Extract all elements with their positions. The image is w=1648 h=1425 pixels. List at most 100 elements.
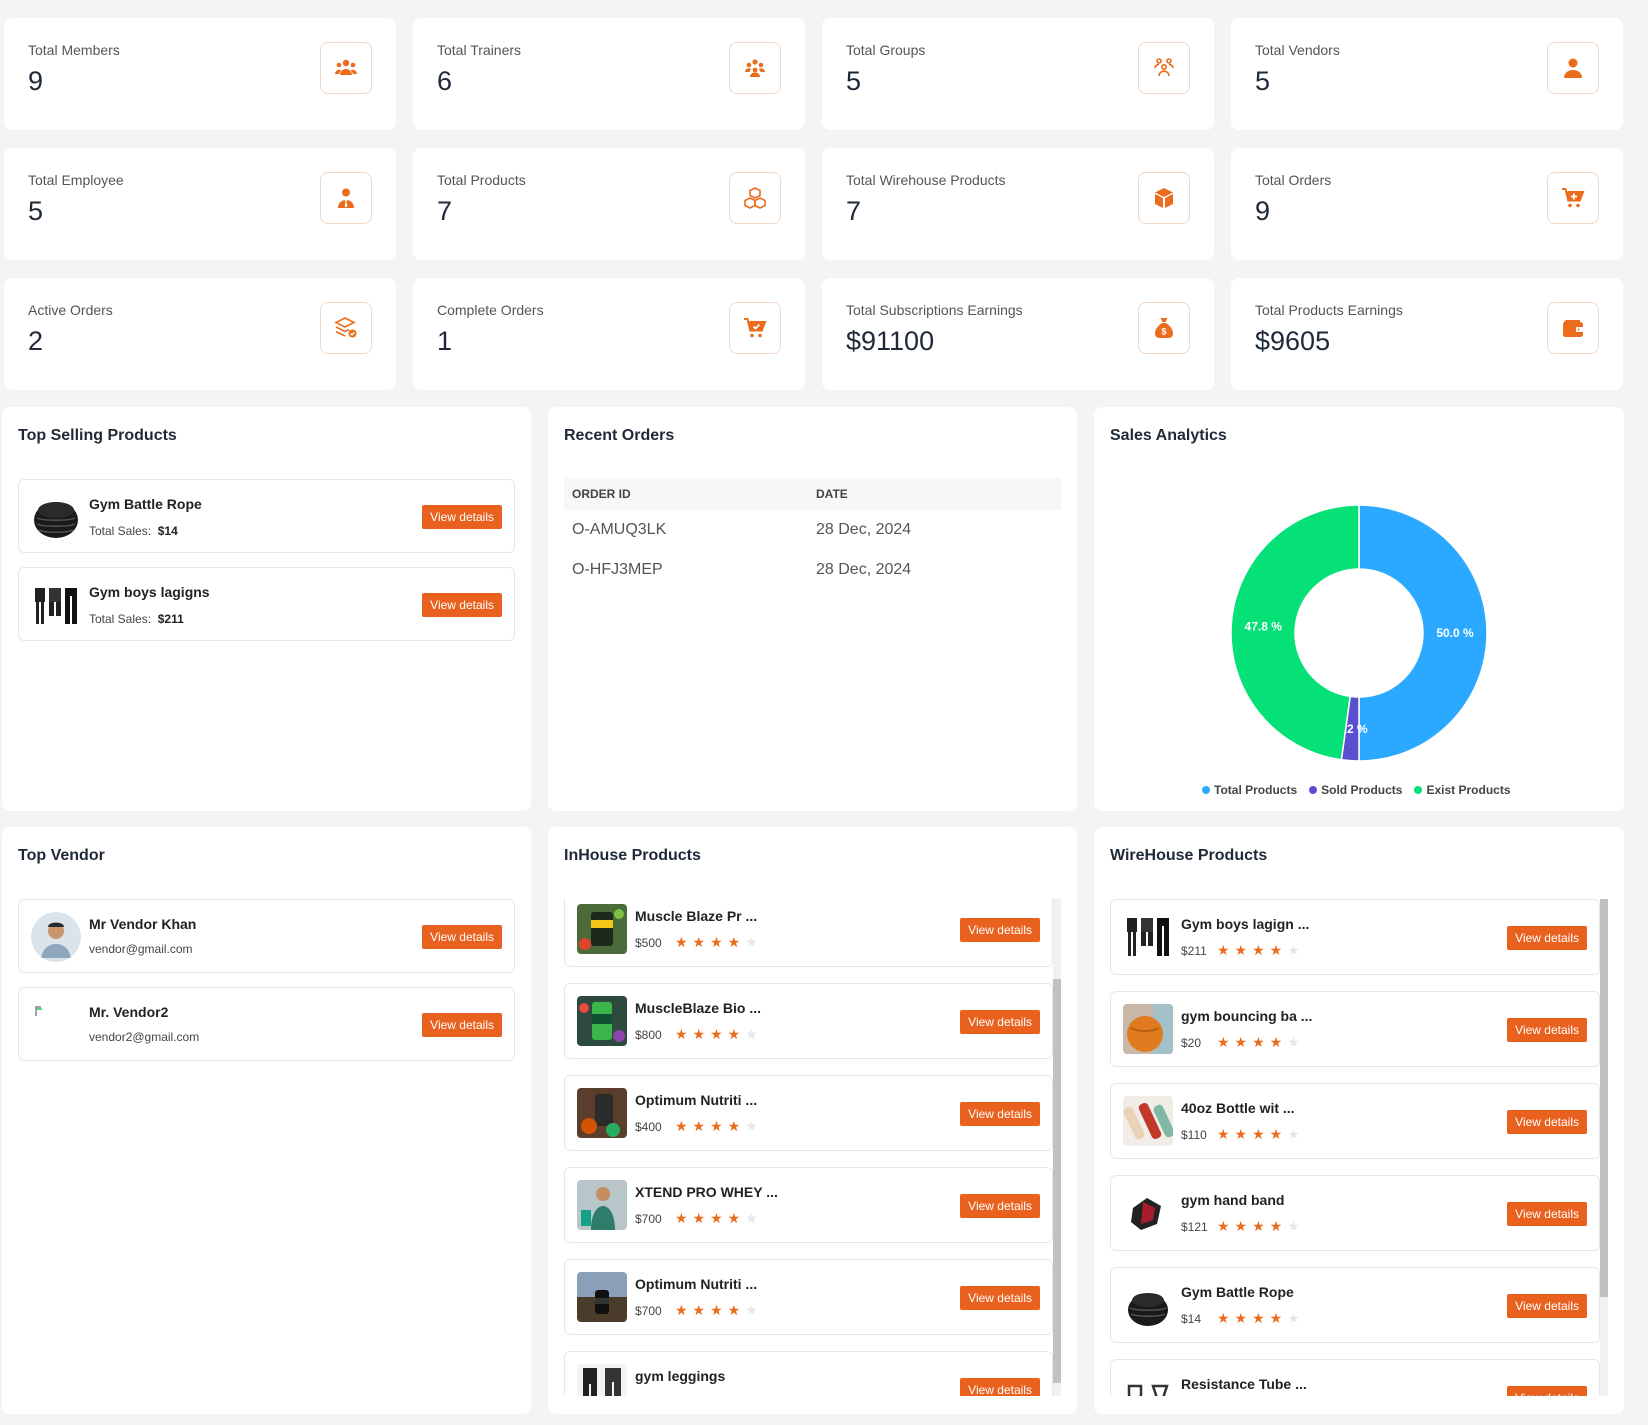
product-row: Gym Battle Rope Total Sales: $14 View de…	[18, 479, 515, 553]
rating-stars: ★★★★★	[1217, 1034, 1305, 1050]
view-details-button[interactable]: View details	[422, 593, 502, 617]
stat-card-total-groups: Total Groups 5	[822, 18, 1214, 130]
product-price: $500	[635, 936, 662, 950]
stat-card-total-wirehouse-products: Total Wirehouse Products 7	[822, 148, 1214, 260]
battle-rope-image	[34, 502, 78, 538]
leggings-image	[35, 588, 77, 624]
product-sales: Total Sales: $211	[89, 612, 184, 626]
inhouse-list[interactable]: Muscle Blaze Pr ... $500 ★★★★★ View deta…	[548, 899, 1077, 1396]
stat-card-active-orders: Active Orders 2	[4, 278, 396, 390]
scrollbar-thumb[interactable]	[1600, 899, 1608, 1297]
legend-item-total-products[interactable]: Total Products	[1202, 783, 1297, 797]
list-item: gym bouncing ba ... $20 ★★★★★ View detai…	[1110, 991, 1600, 1067]
list-item: Optimum Nutriti ... $400 ★★★★★ View deta…	[564, 1075, 1053, 1151]
slice-label: 47.8 %	[1245, 619, 1283, 633]
inhouse-products-panel: InHouse Products Muscle Blaze Pr ... $50…	[548, 827, 1077, 1414]
panel-title: Recent Orders	[564, 427, 675, 444]
view-details-button[interactable]: View details	[960, 918, 1040, 942]
recent-orders-panel: Recent Orders ORDER ID DATE O-AMUQ3LK 28…	[548, 407, 1077, 811]
view-details-button[interactable]: View details	[422, 505, 502, 529]
rating-stars: ★★★★★	[675, 1210, 763, 1226]
product-name: gym bouncing ba ...	[1181, 1008, 1313, 1024]
product-image	[1123, 1372, 1173, 1396]
product-price: $800	[635, 1028, 662, 1042]
rating-stars: ★★★★★	[675, 1026, 763, 1042]
table-row[interactable]: O-HFJ3MEP 28 Dec, 2024	[564, 550, 1061, 590]
stat-card-total-members: Total Members 9	[4, 18, 396, 130]
wirehouse-list[interactable]: Gym boys lagign ... $211 ★★★★★ View deta…	[1094, 899, 1624, 1396]
product-name: Gym boys lagigns	[89, 584, 210, 600]
view-details-button[interactable]: View details	[1507, 926, 1587, 950]
view-details-button[interactable]: View details	[1507, 1386, 1587, 1396]
legend-item-sold-products[interactable]: Sold Products	[1309, 783, 1402, 797]
list-item: Gym boys lagign ... $211 ★★★★★ View deta…	[1110, 899, 1600, 975]
rating-stars: ★★★★★	[675, 1118, 763, 1134]
product-price: $700	[635, 1304, 662, 1318]
product-image	[1123, 912, 1173, 962]
product-name: Resistance Tube ...	[1181, 1376, 1307, 1392]
table-header-row: ORDER ID DATE	[564, 478, 1061, 510]
stat-card-total-products: Total Products 7	[413, 148, 805, 260]
product-name: Optimum Nutriti ...	[635, 1092, 758, 1108]
list-item: Optimum Nutriti ... $700 ★★★★★ View deta…	[564, 1259, 1053, 1335]
stat-card-total-employee: Total Employee 5	[4, 148, 396, 260]
product-image	[577, 1272, 627, 1322]
view-details-button[interactable]: View details	[1507, 1202, 1587, 1226]
sales-analytics-panel: Sales Analytics 50.0 % 2.2 % 47.8 % Total …	[1094, 407, 1624, 811]
product-name: Gym boys lagign ...	[1181, 916, 1310, 932]
order-id-cell: O-HFJ3MEP	[572, 561, 663, 578]
layers-check-icon	[320, 302, 372, 354]
product-price: $211	[1181, 944, 1207, 958]
panel-title: Sales Analytics	[1110, 427, 1227, 444]
scrollbar-thumb[interactable]	[1053, 979, 1061, 1383]
stat-card-total-vendors: Total Vendors 5	[1231, 18, 1623, 130]
view-details-button[interactable]: View details	[1507, 1110, 1587, 1134]
legend-dot	[1309, 786, 1318, 794]
product-image	[577, 1364, 627, 1396]
panel-title: Top Selling Products	[18, 427, 177, 444]
legend-label: Sold Products	[1321, 783, 1403, 797]
list-item: gym hand band $121 ★★★★★ View details	[1110, 1175, 1600, 1251]
stats-grid: Total Members 9 Total Trainers 6 Total G…	[4, 18, 1624, 390]
legend-label: Total Products	[1214, 783, 1298, 797]
column-order-id: ORDER ID	[564, 478, 808, 510]
vendor-name: Mr. Vendor2	[89, 1004, 169, 1020]
view-details-button[interactable]: View details	[960, 1102, 1040, 1126]
legend-dot	[1202, 786, 1210, 794]
product-image	[577, 904, 627, 954]
product-name: Optimum Nutriti ...	[635, 1276, 758, 1292]
view-details-button[interactable]: View details	[1507, 1018, 1587, 1042]
stat-card-total-products-earnings: Total Products Earnings $9605	[1231, 278, 1623, 390]
stat-card-complete-orders: Complete Orders 1	[413, 278, 805, 390]
box-icon	[1138, 172, 1190, 224]
team-icon	[1138, 42, 1190, 94]
view-details-button[interactable]: View details	[960, 1194, 1040, 1218]
rating-stars: ★★★★★	[1217, 1218, 1305, 1234]
table-row[interactable]: O-AMUQ3LK 28 Dec, 2024	[564, 510, 1061, 550]
orders-table: ORDER ID DATE O-AMUQ3LK 28 Dec, 2024 O-H…	[564, 478, 1061, 590]
view-details-button[interactable]: View details	[1507, 1294, 1587, 1318]
rating-stars: ★★★★★	[675, 1302, 763, 1318]
vendor-email: vendor2@gmail.com	[89, 1030, 200, 1044]
product-price: $700	[635, 1212, 662, 1226]
avatar	[31, 912, 81, 962]
view-details-button[interactable]: View details	[422, 1013, 502, 1037]
view-details-button[interactable]: View details	[960, 1010, 1040, 1034]
broken-image-icon	[33, 1002, 79, 1048]
view-details-button[interactable]: View details	[422, 925, 502, 949]
product-row: Gym boys lagigns Total Sales: $211 View …	[18, 567, 515, 641]
cubes-icon	[729, 172, 781, 224]
view-details-button[interactable]: View details	[960, 1378, 1040, 1396]
view-details-button[interactable]: View details	[960, 1286, 1040, 1310]
list-item: Muscle Blaze Pr ... $500 ★★★★★ View deta…	[564, 899, 1053, 967]
list-item: Gym Battle Rope $14 ★★★★★ View details	[1110, 1267, 1600, 1343]
rating-stars: ★★★★★	[675, 934, 763, 950]
legend-item-exist-products[interactable]: Exist Products	[1414, 783, 1511, 797]
product-image	[1123, 1004, 1173, 1054]
chart-legend: Total Products Sold Products Exist Produ…	[1202, 783, 1511, 797]
product-name: Gym Battle Rope	[89, 496, 202, 512]
product-price: $14	[1181, 1312, 1202, 1326]
stat-card-total-trainers: Total Trainers 6	[413, 18, 805, 130]
product-name: 40oz Bottle wit ...	[1181, 1100, 1295, 1116]
product-name: MuscleBlaze Bio ...	[635, 1000, 762, 1016]
